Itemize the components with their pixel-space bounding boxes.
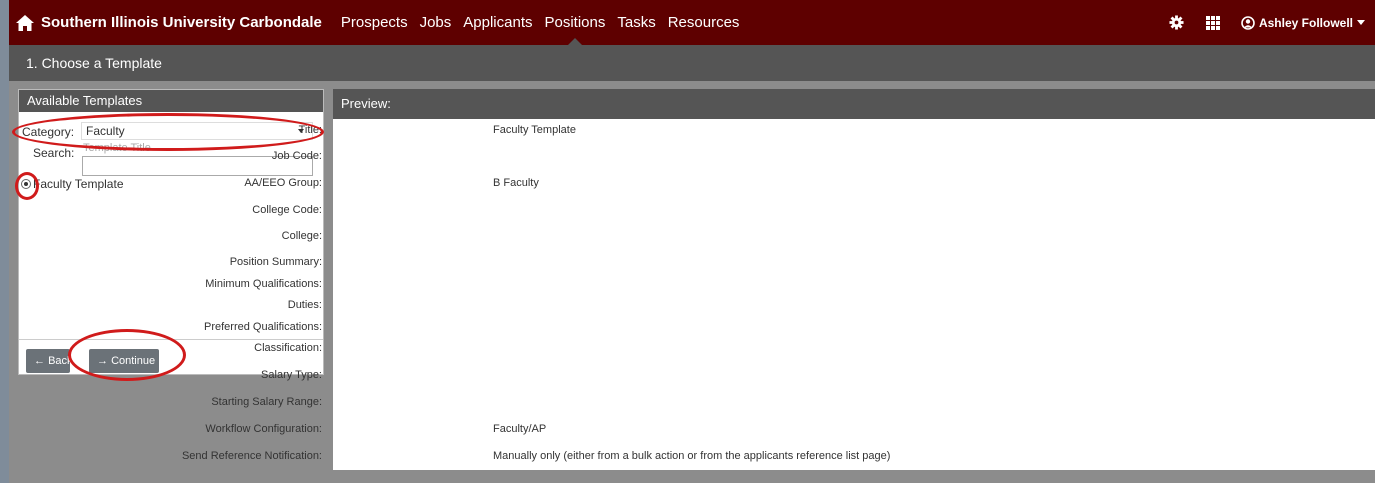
preview-heading: Preview:	[333, 89, 1375, 119]
search-label: Search:	[33, 146, 75, 160]
nav-jobs[interactable]: Jobs	[420, 0, 452, 45]
back-button[interactable]: ← Back	[26, 349, 70, 373]
gear-icon[interactable]	[1169, 15, 1185, 31]
user-menu[interactable]: Ashley Followell	[1241, 16, 1365, 30]
main-nav: Prospects Jobs Applicants Positions Task…	[341, 0, 752, 45]
category-label: Category:	[22, 125, 75, 139]
brand-name: Southern Illinois University Carbondale	[41, 14, 322, 31]
category-select[interactable]: Faculty	[81, 122, 313, 140]
wizard-step-title: 1. Choose a Template	[9, 45, 1375, 81]
home-icon	[16, 14, 34, 31]
nav-positions[interactable]: Positions	[545, 0, 605, 45]
preview-label-classification: Classification:	[254, 342, 322, 354]
preview-label-salary-type: Salary Type:	[261, 369, 322, 381]
continue-button[interactable]: → Continue	[89, 349, 159, 373]
top-navbar: Southern Illinois University Carbondale …	[9, 0, 1375, 45]
arrow-right-icon: →	[97, 355, 112, 367]
nav-applicants[interactable]: Applicants	[463, 0, 532, 45]
panel-heading: Available Templates	[19, 90, 323, 112]
nav-prospects[interactable]: Prospects	[341, 0, 408, 45]
preview-label-duties: Duties:	[287, 299, 322, 311]
preview-label-position-summary: Position Summary:	[229, 256, 322, 268]
preview-value-aa-eeo-group: B Faculty	[493, 177, 539, 189]
preview-value-send-reference-notification: Manually only (either from a bulk action…	[493, 450, 891, 462]
preview-panel: Preview: Title: Faculty Template Job Cod…	[182, 89, 1375, 470]
radio-selected[interactable]	[21, 179, 31, 189]
nav-tasks[interactable]: Tasks	[617, 0, 655, 45]
chevron-down-icon	[1357, 20, 1365, 25]
user-name: Ashley Followell	[1258, 15, 1353, 30]
preview-label-starting-salary-range: Starting Salary Range:	[211, 396, 322, 408]
preview-label-job-code: Job Code:	[271, 150, 322, 162]
category-value: Faculty	[86, 124, 125, 138]
preview-label-workflow-configuration: Workflow Configuration:	[205, 423, 322, 435]
arrow-left-icon: ←	[34, 355, 49, 367]
preview-label-college: College:	[281, 230, 322, 242]
preview-label-minimum-qualifications: Minimum Qualifications:	[205, 278, 322, 290]
window-frame	[0, 0, 9, 483]
preview-label-aa-eeo-group: AA/EEO Group:	[244, 177, 322, 189]
brand-link[interactable]: Southern Illinois University Carbondale	[15, 14, 322, 32]
template-option-label: Faculty Template	[33, 177, 124, 191]
preview-label-title: Title:	[298, 124, 322, 136]
preview-value-workflow-configuration: Faculty/AP	[493, 423, 547, 435]
template-option[interactable]: Faculty Template	[21, 177, 124, 191]
app-grid-icon[interactable]	[1205, 15, 1221, 31]
user-icon	[1241, 15, 1255, 30]
preview-label-college-code: College Code:	[252, 204, 322, 216]
nav-resources[interactable]: Resources	[668, 0, 740, 45]
search-placeholder: Template Title	[83, 142, 151, 154]
preview-label-preferred-qualifications: Preferred Qualifications:	[204, 321, 322, 333]
preview-value-title: Faculty Template	[493, 124, 576, 136]
preview-label-send-reference-notification: Send Reference Notification:	[181, 450, 322, 462]
